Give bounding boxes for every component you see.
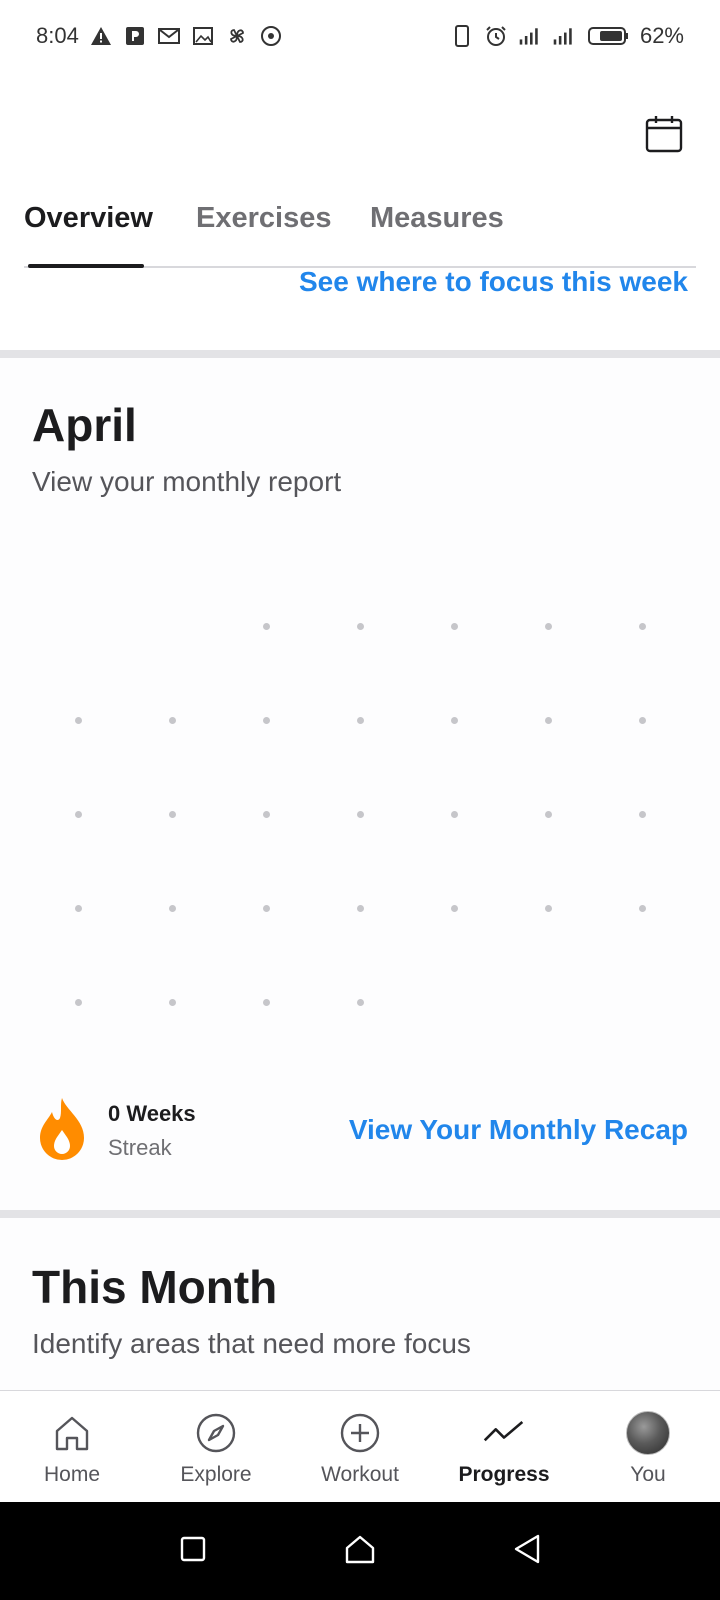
calendar-day-dot xyxy=(639,811,646,818)
calendar-day-dot xyxy=(169,999,176,1006)
calendar-day-dot xyxy=(639,717,646,724)
this-month-subtitle: Identify areas that need more focus xyxy=(32,1328,471,1359)
calendar-day-dot xyxy=(357,717,364,724)
calendar-day-dot xyxy=(75,717,82,724)
calendar-day-dot xyxy=(451,623,458,630)
bottom-navigation: Home Explore Workout Progress You xyxy=(0,1390,720,1502)
calendar-day-dot xyxy=(357,811,364,818)
calendar-day-dot xyxy=(639,623,646,630)
calendar-day-dot xyxy=(263,717,270,724)
nav-label: You xyxy=(630,1463,666,1486)
calendar-day-dot xyxy=(75,811,82,818)
calendar-day-dot xyxy=(451,717,458,724)
calendar-day-dot xyxy=(545,905,552,912)
back-button[interactable] xyxy=(507,1531,547,1571)
calendar-day-dot xyxy=(169,811,176,818)
recents-button[interactable] xyxy=(173,1531,213,1571)
nav-workout[interactable]: Workout xyxy=(288,1391,432,1502)
section-divider xyxy=(0,1210,720,1218)
nav-explore[interactable]: Explore xyxy=(144,1391,288,1502)
calendar-day-dot xyxy=(357,623,364,630)
calendar-day-dot xyxy=(545,811,552,818)
home-outline-icon xyxy=(344,1533,376,1570)
this-month-title: This Month xyxy=(32,1261,278,1313)
home-system-button[interactable] xyxy=(340,1531,380,1571)
calendar-day-dot xyxy=(169,717,176,724)
calendar-day-dot xyxy=(545,623,552,630)
square-icon xyxy=(179,1535,207,1568)
nav-label: Progress xyxy=(458,1463,550,1486)
streak-indicator: 0 Weeks Streak xyxy=(36,1096,196,1165)
avatar xyxy=(626,1411,670,1455)
streak-value: 0 Weeks xyxy=(108,1100,196,1126)
calendar-day-dot xyxy=(451,811,458,818)
nav-you[interactable]: You xyxy=(576,1391,720,1502)
nav-label: Explore xyxy=(180,1463,252,1486)
nav-label: Workout xyxy=(321,1463,399,1486)
system-navigation-bar xyxy=(0,1502,720,1600)
streak-text: 0 Weeks Streak xyxy=(108,1101,196,1161)
nav-progress[interactable]: Progress xyxy=(432,1391,576,1502)
calendar-day-dot xyxy=(75,905,82,912)
back-triangle-icon xyxy=(512,1533,542,1570)
calendar-day-dot xyxy=(263,905,270,912)
streak-label: Streak xyxy=(108,1134,172,1160)
this-month-card[interactable]: This Month Identify areas that need more… xyxy=(0,1218,720,1390)
calendar-day-dot xyxy=(263,623,270,630)
calendar-day-dot xyxy=(357,999,364,1006)
nav-home[interactable]: Home xyxy=(0,1391,144,1502)
trend-icon xyxy=(482,1411,526,1455)
avatar-wrap xyxy=(626,1411,670,1455)
calendar-day-dot xyxy=(639,905,646,912)
calendar-day-dot xyxy=(263,999,270,1006)
calendar-day-dot xyxy=(263,811,270,818)
month-calendar-grid xyxy=(0,0,720,1006)
calendar-day-dot xyxy=(75,999,82,1006)
compass-icon xyxy=(194,1411,238,1455)
calendar-day-dot xyxy=(357,905,364,912)
monthly-recap-link[interactable]: View Your Monthly Recap xyxy=(349,1114,688,1146)
plus-circle-icon xyxy=(338,1411,382,1455)
nav-label: Home xyxy=(43,1463,101,1486)
calendar-day-dot xyxy=(451,905,458,912)
home-icon xyxy=(50,1411,94,1455)
calendar-day-dot xyxy=(545,717,552,724)
flame-icon xyxy=(36,1096,88,1165)
calendar-day-dot xyxy=(169,905,176,912)
